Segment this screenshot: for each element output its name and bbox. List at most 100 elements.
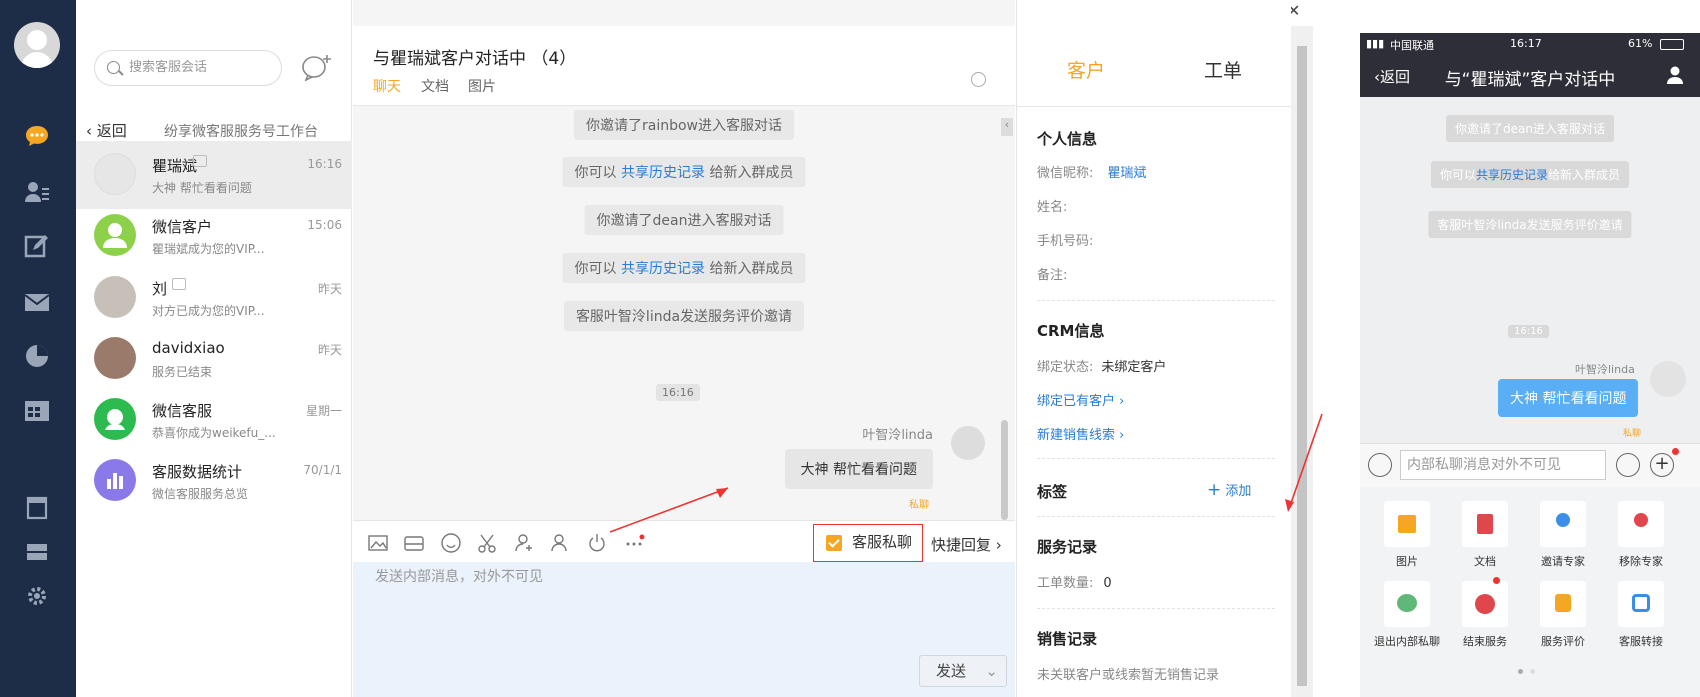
grid-item-remove[interactable]: 移除专家 xyxy=(1602,501,1680,569)
contacts-icon[interactable] xyxy=(24,180,50,204)
tab-ticket[interactable]: 工单 xyxy=(1154,56,1292,83)
system-message: 客服叶智泠linda发送服务评价邀请 xyxy=(1428,211,1632,238)
message-bubble: 大神 帮忙看看问题 xyxy=(1498,379,1639,417)
invite-user-icon[interactable] xyxy=(513,532,535,554)
collapse-icon[interactable]: ‹ xyxy=(1001,118,1013,136)
transfer-user-icon[interactable] xyxy=(549,532,571,554)
grid-label: 客服转接 xyxy=(1619,635,1663,648)
edit-icon[interactable] xyxy=(24,234,50,258)
plus-icon[interactable]: + xyxy=(1650,453,1674,477)
power-icon[interactable] xyxy=(586,532,608,554)
storage-icon[interactable] xyxy=(24,540,50,564)
bind-row: 绑定状态: 未绑定客户 xyxy=(1037,356,1166,375)
input-placeholder: 内部私聊消息对外不可见 xyxy=(1407,457,1561,473)
more-icon[interactable] xyxy=(623,532,645,554)
section-title: 标签 xyxy=(1037,483,1068,501)
send-button[interactable]: 发送 ⌄ xyxy=(919,655,1007,687)
image-icon[interactable] xyxy=(367,532,389,554)
wechat-nickname[interactable]: 瞿瑞斌 xyxy=(1107,166,1146,181)
bind-customer-link[interactable]: 绑定已有客户 › xyxy=(1037,390,1124,409)
panel-scrollbar[interactable] xyxy=(1291,26,1313,697)
tab-customer[interactable]: 客户 xyxy=(1017,56,1155,83)
phone-nav-bar: ‹返回 与“瞿瑞斌”客户对话中 xyxy=(1360,55,1700,97)
pie-chart-icon[interactable] xyxy=(24,344,50,368)
grid-item-image[interactable]: 图片 xyxy=(1368,501,1446,569)
clip-icon[interactable] xyxy=(24,496,50,520)
tab-images[interactable]: 图片 xyxy=(468,76,496,96)
private-flag: 私聊 xyxy=(909,500,929,511)
grid-item-exit-private[interactable]: 退出内部私聊 xyxy=(1368,581,1446,649)
calendar-icon[interactable] xyxy=(24,398,50,422)
emoji-icon[interactable] xyxy=(1616,453,1640,477)
battery-icon xyxy=(1660,39,1684,50)
remove-expert-icon xyxy=(1618,501,1664,547)
quick-reply-button[interactable]: 快捷回复 › xyxy=(931,534,1002,555)
new-lead-link[interactable]: 新建销售线索 › xyxy=(1037,424,1124,443)
share-history-link[interactable]: 共享历史记录 xyxy=(621,261,705,277)
search-icon[interactable] xyxy=(971,72,986,87)
signal-icon: ▮▮▮ xyxy=(1366,37,1385,50)
grid-label: 邀请专家 xyxy=(1541,555,1585,568)
voice-icon[interactable] xyxy=(1368,453,1392,477)
list-item[interactable]: 客服数据统计 70/1/1 微信客服服务总览 xyxy=(76,447,352,515)
divider xyxy=(1037,608,1275,609)
contact-time: 70/1/1 xyxy=(303,463,342,477)
chat-header: 与瞿瑞斌客户对话中 （4） 聊天 文档 图片 xyxy=(353,26,1015,106)
system-message: 你邀请了rainbow进入客服对话 xyxy=(574,110,794,140)
list-item[interactable]: davidxiao 昨天 服务已结束 xyxy=(76,325,352,393)
grid-label: 退出内部私聊 xyxy=(1374,635,1440,648)
grid-item-invite[interactable]: 邀请专家 xyxy=(1524,501,1602,569)
sender-name: 叶智泠linda xyxy=(862,428,933,443)
checkbox-checked-icon xyxy=(826,535,842,551)
chat-icon[interactable] xyxy=(24,124,50,148)
avatar xyxy=(951,426,985,460)
back-label: 返回 xyxy=(96,122,127,140)
search-input[interactable]: 搜索客服会话 xyxy=(94,50,282,86)
gear-icon[interactable] xyxy=(24,584,50,608)
image-icon xyxy=(1384,501,1430,547)
user-avatar[interactable] xyxy=(14,22,60,68)
scrollbar-thumb[interactable] xyxy=(1297,46,1307,686)
folder-icon[interactable] xyxy=(403,532,425,554)
private-flag: 私聊 xyxy=(1623,429,1642,439)
list-item[interactable]: 微信客服 星期一 恭喜你成为weikefu_... xyxy=(76,386,352,454)
add-tag-button[interactable]: + 添加 xyxy=(1207,480,1251,500)
chat-scrollbar[interactable] xyxy=(1001,420,1008,520)
contact-time: 16:16 xyxy=(307,157,342,171)
tab-chat[interactable]: 聊天 xyxy=(373,76,401,96)
phone-message-input[interactable]: 内部私聊消息对外不可见 xyxy=(1400,450,1606,480)
private-chat-checkbox[interactable]: 客服私聊 xyxy=(813,524,923,562)
share-history-link[interactable]: 共享历史记录 xyxy=(1476,168,1548,182)
grid-label: 服务评价 xyxy=(1541,635,1585,648)
share-history-link[interactable]: 共享历史记录 xyxy=(621,165,705,181)
mail-icon[interactable] xyxy=(24,290,50,314)
workspace-name: 纷享微客服服务号工作台 xyxy=(164,124,318,140)
contact-time: 15:06 xyxy=(307,218,342,232)
scissors-icon[interactable] xyxy=(476,532,498,554)
search-icon xyxy=(107,61,120,74)
list-item[interactable]: 微信客户 15:06 瞿瑞斌成为您的VIP... xyxy=(76,202,352,270)
page-dot-active[interactable] xyxy=(1518,669,1523,674)
grid-item-transfer[interactable]: 客服转接 xyxy=(1602,581,1680,649)
page-dot[interactable] xyxy=(1530,669,1535,674)
timestamp: 16:16 xyxy=(1508,325,1549,338)
list-item[interactable]: 瞿瑞斌 16:16 大神 帮忙看看问题 xyxy=(76,141,352,209)
quick-reply-label: 快捷回复 xyxy=(931,536,992,554)
left-rail xyxy=(0,0,76,697)
grid-label: 图片 xyxy=(1396,555,1418,568)
contact-name: 微信客服 xyxy=(152,402,213,420)
list-item[interactable]: 刘 昨天 对方已成为您的VIP... xyxy=(76,264,352,332)
grid-item-rating[interactable]: 服务评价 xyxy=(1524,581,1602,649)
send-label: 发送 xyxy=(936,662,967,680)
chat-panel: 与瞿瑞斌客户对话中 （4） 聊天 文档 图片 ‹ 你邀请了rainbow进入客服… xyxy=(353,0,1015,697)
profile-icon[interactable] xyxy=(1666,65,1684,85)
grid-item-doc[interactable]: 文档 xyxy=(1446,501,1524,569)
grid-item-end[interactable]: 结束服务 xyxy=(1446,581,1524,649)
chevron-down-icon[interactable]: ⌄ xyxy=(985,656,998,686)
field-label: 姓名: xyxy=(1037,200,1068,215)
new-chat-icon[interactable] xyxy=(300,52,334,82)
back-button[interactable]: ‹ 返回 xyxy=(86,120,127,141)
grid-label: 结束服务 xyxy=(1463,635,1507,648)
tab-docs[interactable]: 文档 xyxy=(421,76,449,96)
emoji-icon[interactable] xyxy=(440,532,462,554)
